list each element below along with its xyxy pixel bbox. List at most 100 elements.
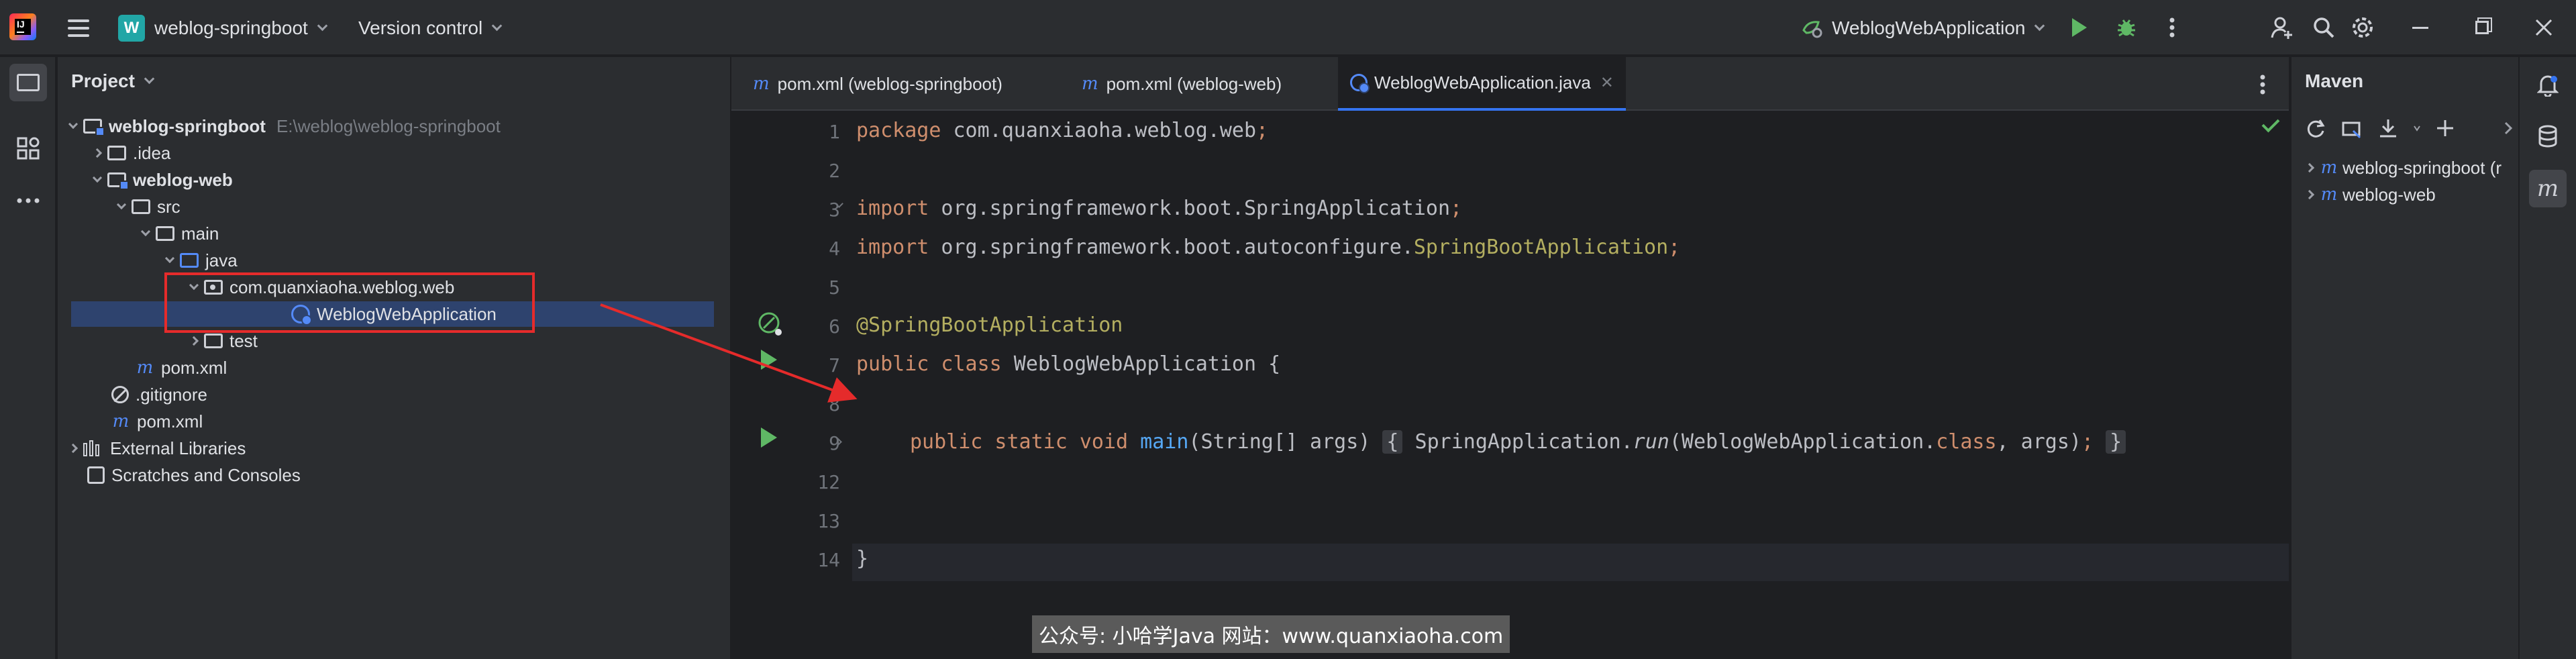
- database-icon[interactable]: [2529, 117, 2567, 155]
- debug-icon[interactable]: [2111, 12, 2142, 43]
- chevron-down-icon[interactable]: [2414, 121, 2420, 136]
- expand-arrow-icon: [68, 119, 79, 130]
- folder-icon: [132, 199, 150, 214]
- tree-item-label: .gitignore: [136, 384, 207, 405]
- tree-item-label: weblog-springboot: [109, 115, 266, 136]
- tab-pom-weblog-springboot[interactable]: m pom.xml (weblog-springboot): [745, 57, 1011, 111]
- tree-item-src[interactable]: src: [111, 194, 181, 219]
- project-panel-title: Project: [71, 70, 135, 91]
- line-number: 7: [829, 354, 840, 376]
- tree-item-java[interactable]: java: [160, 248, 238, 273]
- chevron-right-icon[interactable]: [2504, 121, 2513, 136]
- code-line-9[interactable]: public static void main(String[] args) {…: [910, 430, 2126, 454]
- tab-pom-weblog-web[interactable]: m pom.xml (weblog-web): [1074, 57, 1290, 111]
- maven-file-icon: m: [112, 411, 130, 432]
- tree-item-path: E:\weblog\weblog-springboot: [276, 115, 501, 136]
- line-number: 3: [829, 199, 840, 221]
- close-window-icon[interactable]: [2528, 12, 2559, 43]
- vcs-menu[interactable]: Version control: [358, 15, 503, 42]
- restore-window-icon[interactable]: [2467, 12, 2497, 43]
- source-folder-icon: [180, 253, 199, 268]
- tree-item-label: src: [157, 196, 181, 217]
- run-config-name: WeblogWebApplication: [1832, 17, 2026, 38]
- more-tools-icon[interactable]: [9, 182, 47, 219]
- tree-item-label: .idea: [133, 142, 171, 163]
- search-icon[interactable]: [2308, 12, 2339, 43]
- line-number: 14: [817, 549, 840, 571]
- line-number: 9: [829, 432, 840, 454]
- chevron-down-icon: [491, 20, 503, 31]
- maven-tool-icon[interactable]: m: [2529, 170, 2567, 207]
- project-switcher[interactable]: weblog-springboot: [154, 15, 328, 42]
- tree-item-label: java: [205, 250, 238, 270]
- tree-item-main[interactable]: main: [136, 221, 219, 246]
- folder-icon: [107, 146, 126, 160]
- tree-item-pom-root[interactable]: m pom.xml: [111, 409, 203, 434]
- tree-item-label: pom.xml: [137, 411, 203, 432]
- line-number: 1: [829, 121, 840, 143]
- module-folder-icon: [107, 172, 129, 190]
- line-number: 6: [829, 315, 840, 338]
- vcs-label: Version control: [358, 17, 483, 38]
- tabs-more-icon[interactable]: [2260, 74, 2265, 97]
- tab-label: pom.xml (weblog-web): [1106, 73, 1282, 94]
- add-icon[interactable]: [2435, 118, 2455, 138]
- tree-item-weblog-springboot[interactable]: weblog-springboot E:\weblog\weblog-sprin…: [63, 113, 501, 139]
- maven-panel: Maven m weblog-springboot (r m weblog-we…: [2290, 57, 2518, 659]
- maven-item-weblog-springboot[interactable]: m weblog-springboot (r: [2300, 155, 2502, 181]
- settings-gear-icon[interactable]: [2347, 12, 2378, 43]
- module-folder-icon: [83, 119, 105, 136]
- maven-item-weblog-web[interactable]: m weblog-web: [2300, 182, 2436, 207]
- watermark-text: 公众号: 小哈学Java 网站：www.quanxiaoha.com: [1032, 615, 1510, 653]
- notifications-bell-icon[interactable]: [2529, 66, 2567, 104]
- add-user-icon[interactable]: [2267, 12, 2298, 43]
- tree-item-label: test: [229, 330, 258, 351]
- maven-file-icon: m: [753, 74, 770, 94]
- intellij-logo-icon[interactable]: IJ: [9, 13, 36, 40]
- run-main-gutter-icon[interactable]: [761, 427, 777, 448]
- structure-icon[interactable]: [9, 130, 47, 167]
- tree-item-pom-web[interactable]: m pom.xml: [136, 355, 227, 381]
- code-line-6[interactable]: @SpringBootApplication: [856, 313, 1123, 337]
- run-class-gutter-icon[interactable]: [761, 350, 777, 370]
- main-menu-icon[interactable]: [64, 15, 93, 42]
- project-tool-folder-icon[interactable]: [9, 64, 47, 101]
- maven-file-icon: m: [1082, 74, 1098, 94]
- code-line-13[interactable]: }: [856, 547, 868, 570]
- maven-item-label: weblog-springboot (r: [2342, 157, 2502, 178]
- tree-item-label: External Libraries: [110, 438, 246, 458]
- code-line-4[interactable]: import org.springframework.boot.autoconf…: [856, 236, 1680, 259]
- download-icon[interactable]: [2377, 117, 2399, 139]
- reload-icon[interactable]: [2305, 117, 2326, 139]
- tree-item-scratches[interactable]: Scratches and Consoles: [87, 462, 301, 488]
- tab-label: WeblogWebApplication.java: [1374, 72, 1591, 93]
- collapsed-arrow-icon: [2304, 189, 2315, 200]
- tree-item-gitignore[interactable]: .gitignore: [111, 382, 207, 407]
- library-icon: [83, 440, 103, 456]
- generate-sources-icon[interactable]: [2341, 117, 2363, 139]
- tab-weblog-web-application[interactable]: WeblogWebApplication.java ✕: [1338, 57, 1626, 111]
- project-panel-header[interactable]: Project: [71, 70, 155, 92]
- tree-item-external-libraries[interactable]: External Libraries: [63, 436, 246, 461]
- tree-item-weblog-web[interactable]: weblog-web: [87, 167, 233, 193]
- code-line-3[interactable]: import org.springframework.boot.SpringAp…: [856, 197, 1462, 220]
- left-tool-strip: [0, 57, 56, 659]
- line-number: 4: [829, 238, 840, 260]
- maven-item-label: weblog-web: [2342, 184, 2436, 205]
- code-line-1[interactable]: package com.quanxiaoha.weblog.web;: [856, 119, 1268, 142]
- tree-item-label: main: [181, 223, 219, 244]
- tree-item-idea[interactable]: .idea: [87, 140, 170, 166]
- maven-module-icon: m: [2320, 158, 2338, 178]
- maven-panel-title: Maven: [2305, 70, 2364, 91]
- run-icon[interactable]: [2064, 12, 2095, 43]
- right-tool-strip: m: [2518, 57, 2576, 659]
- spring-bean-gutter-icon[interactable]: [757, 311, 784, 340]
- more-actions-icon[interactable]: [2157, 12, 2187, 43]
- no-problems-check-icon[interactable]: [2261, 114, 2280, 133]
- current-line-highlight: [852, 544, 2289, 581]
- code-line-7[interactable]: public class WeblogWebApplication {: [856, 352, 1280, 376]
- line-number: 5: [829, 276, 840, 299]
- minimize-window-icon[interactable]: [2405, 12, 2436, 43]
- run-config-selector[interactable]: WeblogWebApplication: [1801, 15, 2045, 42]
- close-tab-icon[interactable]: ✕: [1600, 73, 1614, 93]
